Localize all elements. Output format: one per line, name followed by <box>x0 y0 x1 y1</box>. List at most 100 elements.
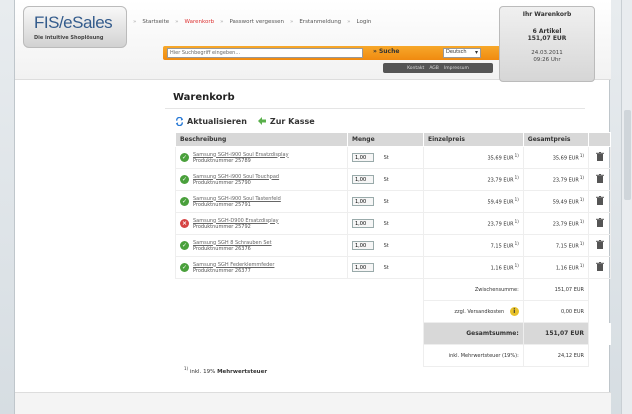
quantity-unit: St <box>383 154 389 161</box>
shipping-label: zzgl. Versandkosten i <box>423 300 524 323</box>
refresh-button[interactable]: Aktualisieren <box>175 116 247 126</box>
search-button[interactable]: » Suche <box>373 48 399 55</box>
product-link[interactable]: Samsung SGH 8 Schrauben Set <box>193 240 272 246</box>
product-link[interactable]: Samsung SGH-D900 Ersatzdisplay <box>193 218 279 224</box>
col-unit-price: Einzelpreis <box>423 132 524 147</box>
quantity-input[interactable] <box>352 153 374 162</box>
logo[interactable]: FIS/eSales Die intuitive Shoplösung <box>23 6 127 48</box>
nav-start[interactable]: Startseite <box>142 19 169 25</box>
nav-login[interactable]: Login <box>357 19 372 25</box>
delete-item-button[interactable] <box>588 212 611 235</box>
cart-table: Beschreibung Menge Einzelpreis Gesamtpre… <box>175 132 611 367</box>
delete-item-button[interactable] <box>588 190 611 213</box>
delete-item-button[interactable] <box>588 168 611 191</box>
unavailable-icon: × <box>180 219 189 228</box>
link-terms[interactable]: AGB <box>429 66 439 71</box>
trash-icon <box>595 174 604 183</box>
refresh-icon <box>175 116 184 126</box>
product-number: Produktnummer 25791 <box>193 201 251 208</box>
link-imprint[interactable]: Impressum <box>444 66 469 71</box>
delete-item-button[interactable] <box>588 146 611 169</box>
col-actions <box>588 132 611 147</box>
subtotal-row: Zwischensumme: 151,07 EUR <box>176 278 611 301</box>
quantity-input[interactable] <box>352 263 374 272</box>
info-icon[interactable]: i <box>509 307 519 316</box>
shipping-row: zzgl. Versandkosten i 0,00 EUR <box>176 300 611 323</box>
refresh-label: Aktualisieren <box>187 116 247 126</box>
item-total-price: 23,79 EUR1) <box>522 212 590 235</box>
table-row: ✓ Samsung SGH-i900 Soul Ersatzdisplay Pr… <box>175 146 611 169</box>
table-row: ✓ Samsung SGH 8 Schrauben Set Produktnum… <box>175 234 611 257</box>
product-number: Produktnummer 26376 <box>193 245 251 252</box>
nav-cart[interactable]: Warenkorb <box>185 19 215 25</box>
mini-cart-date: 24.03.2011 <box>531 50 563 56</box>
nav-password[interactable]: Passwort vergessen <box>229 19 283 25</box>
item-unit-price: 23,79 EUR1) <box>423 212 524 235</box>
item-total-price: 7,15 EUR1) <box>522 234 590 257</box>
quantity-input[interactable] <box>352 175 374 184</box>
checkout-label: Zur Kasse <box>269 116 315 126</box>
item-quantity: St <box>347 212 424 235</box>
trash-icon <box>595 262 604 271</box>
shop-page: FIS/eSales Die intuitive Shoplösung » St… <box>14 0 611 414</box>
top-nav: » Startseite » Warenkorb » Passwort verg… <box>133 19 372 25</box>
mini-cart-total: 151,07 EUR <box>527 35 567 42</box>
vat-label: inkl. Mehrwertsteuer (19%): <box>423 344 524 367</box>
logo-title: FIS/eSales <box>34 13 113 32</box>
item-unit-price: 1,16 EUR1) <box>423 256 524 279</box>
search-input[interactable] <box>167 48 363 58</box>
quantity-input[interactable] <box>352 197 374 206</box>
delete-item-button[interactable] <box>588 256 611 279</box>
item-quantity: St <box>347 190 424 213</box>
item-total-price: 35,69 EUR1) <box>522 146 590 169</box>
col-quantity: Menge <box>347 132 424 147</box>
shipping-value: 0,00 EUR <box>522 300 590 323</box>
item-unit-price: 7,15 EUR1) <box>423 234 524 257</box>
checkout-icon <box>257 117 266 125</box>
grand-total-label: Gesamtsumme: <box>423 322 524 345</box>
available-icon: ✓ <box>180 263 189 272</box>
quantity-unit: St <box>383 220 389 227</box>
vat-value: 24,12 EUR <box>522 344 590 367</box>
cart-content: Warenkorb Aktualisieren Zur Kasse Beschr… <box>165 88 611 408</box>
table-row: ✓ Samsung SGH-i900 Soul Tastenfeld Produ… <box>175 190 611 213</box>
table-row: × Samsung SGH-D900 Ersatzdisplay Produkt… <box>175 212 611 235</box>
product-link[interactable]: Samsung SGH-i900 Soul Ersatzdisplay <box>193 152 289 158</box>
scrollbar-thumb[interactable] <box>624 110 631 200</box>
item-description: ✓ Samsung SGH-i900 Soul Ersatzdisplay Pr… <box>175 146 348 169</box>
item-total-price: 59,49 EUR1) <box>522 190 590 213</box>
item-description: ✓ Samsung SGH Federklemmfeder Produktnum… <box>175 256 348 279</box>
mini-cart[interactable]: Ihr Warenkorb 6 Artikel 151,07 EUR 24.03… <box>499 6 595 82</box>
item-description: ✓ Samsung SGH 8 Schrauben Set Produktnum… <box>175 234 348 257</box>
divider <box>165 108 585 109</box>
product-link[interactable]: Samsung SGH-i900 Soul Touchpad <box>193 174 279 180</box>
vat-row: inkl. Mehrwertsteuer (19%): 24,12 EUR <box>176 344 611 367</box>
item-quantity: St <box>347 256 424 279</box>
scrollbar[interactable] <box>621 0 632 414</box>
item-description: × Samsung SGH-D900 Ersatzdisplay Produkt… <box>175 212 348 235</box>
item-description: ✓ Samsung SGH-i900 Soul Touchpad Produkt… <box>175 168 348 191</box>
available-icon: ✓ <box>180 241 189 250</box>
mini-cart-items: 6 Artikel <box>532 28 562 35</box>
language-select[interactable]: Deutsch <box>443 48 481 58</box>
product-number: Produktnummer 25792 <box>193 223 251 230</box>
subtotal-label: Zwischensumme: <box>423 278 524 301</box>
item-description: ✓ Samsung SGH-i900 Soul Tastenfeld Produ… <box>175 190 348 213</box>
search-bar: » Suche Deutsch <box>163 46 513 60</box>
delete-item-button[interactable] <box>588 234 611 257</box>
item-quantity: St <box>347 146 424 169</box>
trash-icon <box>595 218 604 227</box>
product-link[interactable]: Samsung SGH-i900 Soul Tastenfeld <box>193 196 281 202</box>
product-link[interactable]: Samsung SGH Federklemmfeder <box>193 262 274 268</box>
quantity-input[interactable] <box>352 241 374 250</box>
nav-register[interactable]: Erstanmeldung <box>299 19 341 25</box>
link-contact[interactable]: Kontakt <box>407 66 424 71</box>
product-number: Produktnummer 25789 <box>193 157 251 164</box>
table-header: Beschreibung Menge Einzelpreis Gesamtpre… <box>175 132 611 147</box>
checkout-button[interactable]: Zur Kasse <box>257 116 315 126</box>
footer-links: Kontakt AGB Impressum <box>383 63 493 73</box>
cart-actions: Aktualisieren Zur Kasse <box>175 116 315 126</box>
available-icon: ✓ <box>180 197 189 206</box>
page-footer <box>15 392 611 414</box>
quantity-input[interactable] <box>352 219 374 228</box>
